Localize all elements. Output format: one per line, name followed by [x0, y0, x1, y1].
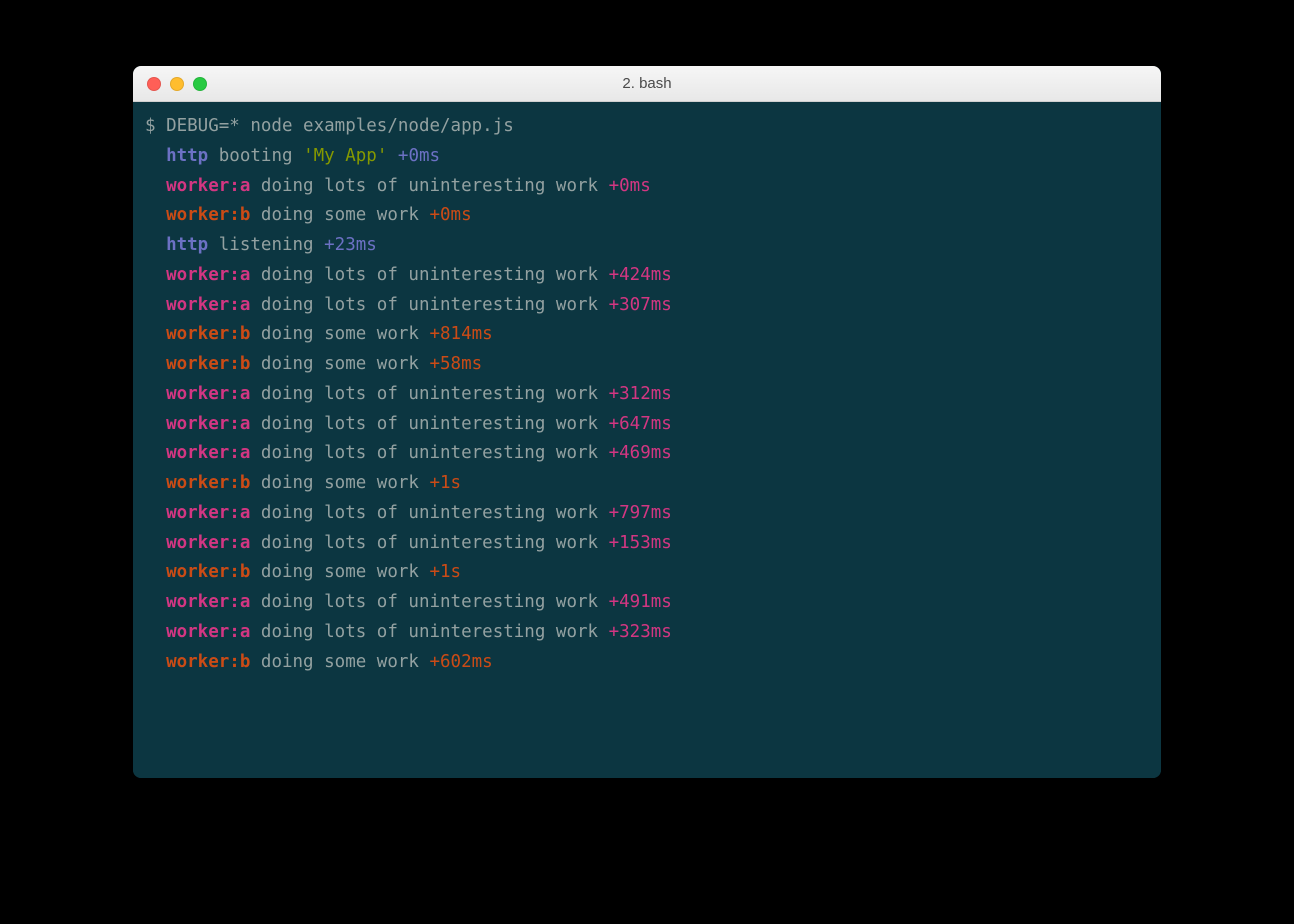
log-time: +58ms [429, 354, 482, 374]
log-namespace: worker:b [166, 473, 250, 493]
log-time: +0ms [609, 176, 651, 196]
terminal-body[interactable]: $ DEBUG=* node examples/node/app.js http… [133, 102, 1161, 778]
log-message: doing lots of uninteresting work [261, 176, 609, 196]
log-line: http booting 'My App' +0ms [145, 142, 1149, 172]
log-line: worker:a doing lots of uninteresting wor… [145, 410, 1149, 440]
log-message: doing lots of uninteresting work [261, 503, 609, 523]
log-time: +814ms [429, 324, 492, 344]
log-namespace: worker:a [166, 295, 250, 315]
log-time: +307ms [609, 295, 672, 315]
log-message: doing some work [261, 205, 430, 225]
log-message: doing lots of uninteresting work [261, 622, 609, 642]
log-line: worker:b doing some work +814ms [145, 320, 1149, 350]
log-message: doing lots of uninteresting work [261, 384, 609, 404]
log-line: worker:a doing lots of uninteresting wor… [145, 439, 1149, 469]
log-namespace: worker:a [166, 384, 250, 404]
log-line: worker:a doing lots of uninteresting wor… [145, 380, 1149, 410]
log-namespace: worker:b [166, 354, 250, 374]
log-time: +323ms [609, 622, 672, 642]
log-time: +424ms [609, 265, 672, 285]
log-namespace: worker:b [166, 324, 250, 344]
zoom-icon[interactable] [193, 77, 207, 91]
log-namespace: worker:a [166, 443, 250, 463]
terminal-window: 2. bash $ DEBUG=* node examples/node/app… [133, 66, 1161, 778]
log-namespace: worker:a [166, 503, 250, 523]
log-time: +1s [429, 562, 461, 582]
log-message: doing some work [261, 473, 430, 493]
traffic-lights [133, 77, 207, 91]
log-time: +153ms [609, 533, 672, 553]
log-namespace: worker:b [166, 652, 250, 672]
log-namespace: worker:a [166, 265, 250, 285]
log-namespace: worker:b [166, 205, 250, 225]
log-output: http booting 'My App' +0ms worker:a doin… [145, 142, 1149, 678]
log-line: worker:a doing lots of uninteresting wor… [145, 261, 1149, 291]
log-message: doing lots of uninteresting work [261, 443, 609, 463]
log-namespace: worker:a [166, 533, 250, 553]
log-message: doing some work [261, 562, 430, 582]
log-line: http listening +23ms [145, 231, 1149, 261]
log-message: doing lots of uninteresting work [261, 295, 609, 315]
log-namespace: worker:a [166, 176, 250, 196]
log-time: +797ms [609, 503, 672, 523]
log-line: worker:b doing some work +602ms [145, 648, 1149, 678]
log-message: booting [219, 146, 303, 166]
log-time: +23ms [324, 235, 377, 255]
log-time: +647ms [609, 414, 672, 434]
log-line: worker:b doing some work +1s [145, 558, 1149, 588]
log-time: +1s [429, 473, 461, 493]
log-message: doing some work [261, 652, 430, 672]
log-time: +491ms [609, 592, 672, 612]
command-line: $ DEBUG=* node examples/node/app.js [145, 112, 1149, 142]
log-message: doing some work [261, 354, 430, 374]
log-line: worker:a doing lots of uninteresting wor… [145, 588, 1149, 618]
command-text: DEBUG=* node examples/node/app.js [166, 116, 514, 136]
log-message: doing some work [261, 324, 430, 344]
log-line: worker:a doing lots of uninteresting wor… [145, 172, 1149, 202]
log-line: worker:a doing lots of uninteresting wor… [145, 618, 1149, 648]
log-line: worker:b doing some work +1s [145, 469, 1149, 499]
log-line: worker:a doing lots of uninteresting wor… [145, 291, 1149, 321]
log-line: worker:b doing some work +58ms [145, 350, 1149, 380]
log-namespace: worker:a [166, 592, 250, 612]
log-message: doing lots of uninteresting work [261, 414, 609, 434]
log-time: +602ms [429, 652, 492, 672]
log-line: worker:b doing some work +0ms [145, 201, 1149, 231]
log-time: +312ms [609, 384, 672, 404]
log-line: worker:a doing lots of uninteresting wor… [145, 499, 1149, 529]
log-namespace: worker:b [166, 562, 250, 582]
log-time: +0ms [429, 205, 471, 225]
log-message: doing lots of uninteresting work [261, 265, 609, 285]
log-namespace: http [166, 146, 208, 166]
prompt: $ [145, 116, 166, 136]
log-quoted: 'My App' [303, 146, 387, 166]
log-message: listening [219, 235, 324, 255]
close-icon[interactable] [147, 77, 161, 91]
log-line: worker:a doing lots of uninteresting wor… [145, 529, 1149, 559]
log-namespace: worker:a [166, 622, 250, 642]
titlebar: 2. bash [133, 66, 1161, 102]
log-time: +0ms [398, 146, 440, 166]
log-time: +469ms [609, 443, 672, 463]
window-title: 2. bash [133, 75, 1161, 92]
log-message: doing lots of uninteresting work [261, 533, 609, 553]
minimize-icon[interactable] [170, 77, 184, 91]
log-namespace: http [166, 235, 208, 255]
log-message: doing lots of uninteresting work [261, 592, 609, 612]
log-namespace: worker:a [166, 414, 250, 434]
